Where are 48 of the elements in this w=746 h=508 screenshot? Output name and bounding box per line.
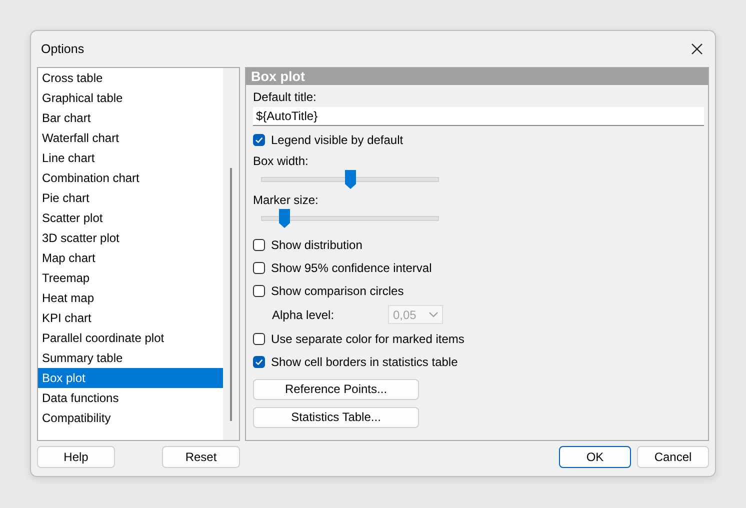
sidebar-item[interactable]: Heat map [38,288,223,308]
checkbox-label: Use separate color for marked items [271,332,464,346]
sidebar-item[interactable]: Map chart [38,248,223,268]
panel-button[interactable]: Reference Points... [253,378,419,400]
sidebar-item[interactable]: Waterfall chart [38,128,223,148]
dialog-button[interactable]: Reset [162,446,240,468]
slider-label: Box width: [253,154,310,168]
field-label: Default title: [253,90,318,104]
sidebar-item[interactable]: Combination chart [38,168,223,188]
checkbox[interactable] [253,284,265,296]
close-icon[interactable] [691,43,703,55]
chevron-down-icon [429,312,438,318]
checkbox[interactable] [253,356,265,368]
sidebar-item[interactable]: Cross table [38,68,223,88]
checkbox-label: Legend visible by default [271,132,404,146]
slider-thumb[interactable] [279,208,290,228]
dialog-button[interactable]: Help [37,446,115,468]
sidebar-item[interactable]: KPI chart [38,308,223,328]
sidebar-item[interactable]: Compatibility [38,408,223,428]
checkbox[interactable] [253,134,265,146]
checkbox-label: Show cell borders in statistics table [271,354,458,368]
checkbox-label: Show 95% confidence interval [271,260,432,274]
checkbox[interactable] [253,238,265,250]
dialog-button[interactable]: Cancel [637,446,709,468]
title-field[interactable]: ${AutoTitle} [253,107,704,126]
sidebar-item[interactable]: Graphical table [38,88,223,108]
checkbox[interactable] [253,332,265,344]
sidebar-item[interactable]: Bar chart [38,108,223,128]
sidebar-item[interactable]: Pie chart [38,188,223,208]
checkbox[interactable] [253,262,265,274]
slider-thumb[interactable] [345,170,356,188]
checkbox-label: Show comparison circles [271,284,404,298]
sidebar-item[interactable]: Summary table [38,348,223,368]
sidebar-item[interactable]: Parallel coordinate plot [38,328,223,348]
sidebar-item[interactable]: Box plot [38,368,223,388]
checkbox-label: Show distribution [271,238,362,252]
panel-button[interactable]: Statistics Table... [253,406,419,428]
sidebar-item[interactable]: Line chart [38,148,223,168]
sidebar-item[interactable]: Scatter plot [38,208,223,228]
sidebar-item[interactable]: 3D scatter plot [38,228,223,248]
sidebar-item[interactable]: Treemap [38,268,223,288]
panel-title: Box plot [246,68,708,85]
slider-label: Marker size: [253,193,320,207]
dialog-button[interactable]: OK [559,446,631,468]
sidebar-item[interactable]: Data functions [38,388,223,408]
window-title: Options [41,42,84,56]
dropdown-label: Alpha level: [272,308,336,322]
scrollbar-thumb[interactable] [230,168,232,421]
